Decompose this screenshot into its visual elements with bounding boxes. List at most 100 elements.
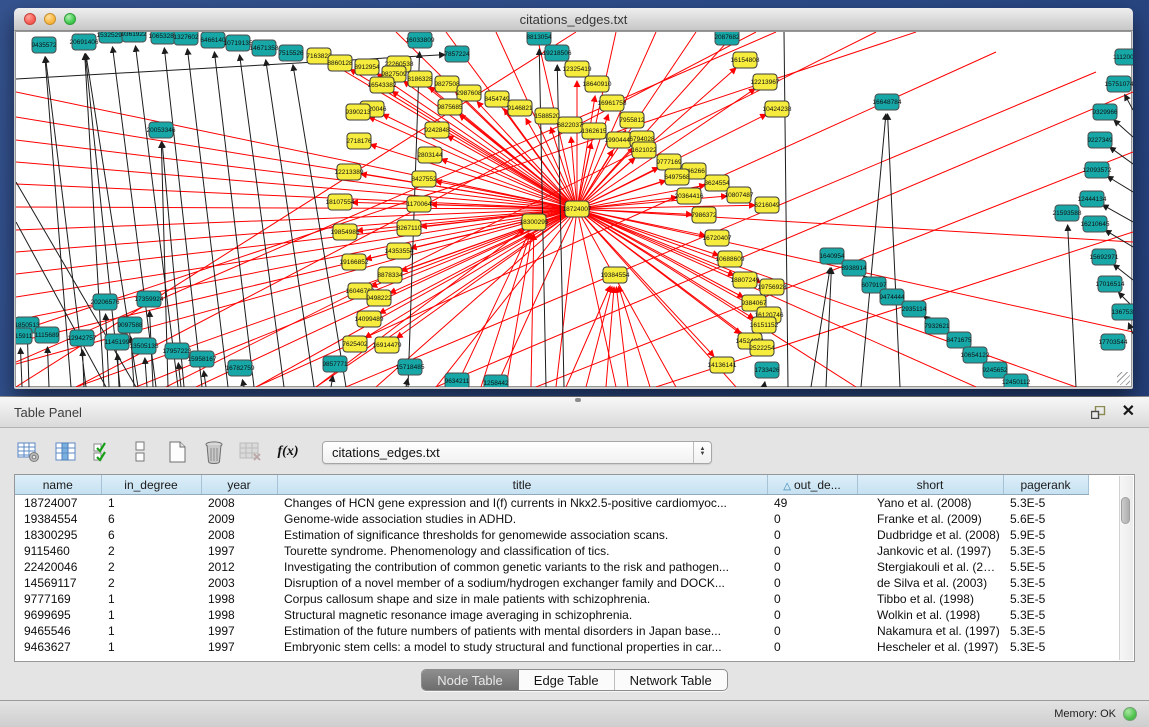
cell-pagerank[interactable]: 5.5E-5	[1003, 559, 1088, 575]
close-panel-icon[interactable]: ✕	[1122, 404, 1135, 420]
cell-in_degree[interactable]: 1	[101, 495, 201, 512]
cell-name[interactable]: 9465546	[15, 623, 101, 639]
graph-node[interactable]: 19756928	[758, 279, 787, 295]
table-row[interactable]: 1938455462009Genome-wide association stu…	[15, 511, 1103, 527]
graph-node[interactable]: 3915911	[16, 328, 33, 344]
graph-node[interactable]: 10807487	[725, 187, 754, 203]
column-header-short[interactable]: short	[857, 475, 1003, 495]
graph-node[interactable]: 16154808	[731, 52, 760, 68]
graph-node[interactable]: 1362615	[581, 123, 607, 139]
graph-node[interactable]: 8813054	[526, 32, 552, 45]
cell-out_de[interactable]: 49	[767, 495, 857, 512]
graph-node[interactable]: 12444134	[1078, 191, 1107, 207]
cell-name[interactable]: 19384554	[15, 511, 101, 527]
cell-pagerank[interactable]: 5.9E-5	[1003, 527, 1088, 543]
graph-node[interactable]: 17016514	[1096, 276, 1125, 292]
graph-edge[interactable]	[204, 371, 206, 387]
network-canvas[interactable]: 1872400771638228860128891295422260538982…	[15, 31, 1132, 387]
graph-node[interactable]: 10654122	[961, 347, 990, 363]
network-graph[interactable]: 1872400771638228860128891295422260538982…	[16, 32, 1133, 387]
graph-node[interactable]: 9361922	[121, 32, 147, 42]
graph-node[interactable]: 8427552	[411, 171, 437, 187]
graph-node[interactable]: 15958167	[188, 351, 217, 367]
cell-in_degree[interactable]: 2	[101, 559, 201, 575]
graph-node[interactable]: 9390213	[345, 104, 371, 120]
cell-short[interactable]: Nakamura et al. (1997)	[857, 623, 1003, 639]
cell-short[interactable]: Hescheler et al. (1997)	[857, 639, 1003, 655]
cell-title[interactable]: Embryonic stem cells: a model to study s…	[277, 639, 767, 655]
graph-edge[interactable]	[1105, 230, 1133, 247]
table-scrollbar-thumb[interactable]	[1121, 497, 1130, 524]
memory-ok-icon[interactable]	[1123, 707, 1137, 721]
graph-node[interactable]: 10688609	[716, 251, 745, 267]
tab-network-table[interactable]: Network Table	[615, 670, 727, 690]
graph-edge[interactable]	[577, 209, 1076, 387]
graph-node[interactable]: 8878334	[377, 267, 403, 283]
cell-short[interactable]: Stergiakouli et al. (2012)	[857, 559, 1003, 575]
graph-node[interactable]: 6466140	[200, 32, 226, 48]
graph-node[interactable]: 16914479	[373, 337, 402, 353]
splitter-handle[interactable]	[575, 398, 581, 402]
cell-out_de[interactable]: 0	[767, 607, 857, 623]
cell-out_de[interactable]: 0	[767, 591, 857, 607]
graph-edge[interactable]	[164, 48, 202, 387]
graph-node[interactable]: 2087682	[714, 32, 740, 45]
table-row[interactable]: 1830029562008Estimation of significance …	[15, 527, 1103, 543]
graph-node[interactable]: 2803144	[417, 147, 443, 163]
graph-edge[interactable]	[187, 49, 228, 387]
cell-in_degree[interactable]: 6	[101, 527, 201, 543]
cell-pagerank[interactable]: 5.3E-5	[1003, 495, 1088, 512]
graph-node[interactable]: 8912954	[354, 59, 380, 75]
table-mode-icon[interactable]	[14, 437, 44, 467]
cell-title[interactable]: Estimation of significance thresholds fo…	[277, 527, 767, 543]
cell-name[interactable]: 9777169	[15, 591, 101, 607]
table-row[interactable]: 969969511998Structural magnetic resonanc…	[15, 607, 1103, 623]
tab-edge-table[interactable]: Edge Table	[519, 670, 615, 690]
column-header-out_de[interactable]: △out_de...	[767, 475, 857, 495]
graph-node[interactable]: 6216049	[754, 197, 780, 213]
graph-node[interactable]: 12093572	[1083, 162, 1112, 178]
graph-node[interactable]: 1145199	[105, 334, 130, 350]
graph-node[interactable]: 16151152	[750, 317, 779, 333]
graph-edge[interactable]	[496, 209, 577, 387]
graph-node[interactable]: 9435572	[31, 37, 57, 53]
graph-node[interactable]: 1367534	[1111, 304, 1133, 320]
graph-edge[interactable]	[401, 209, 577, 271]
table-row[interactable]: 911546021997Tourette syndrome. Phenomeno…	[15, 543, 1103, 559]
graph-node[interactable]: 16033809	[406, 32, 435, 48]
cell-short[interactable]: Tibbo et al. (1998)	[857, 591, 1003, 607]
graph-edge[interactable]	[178, 363, 181, 387]
cell-title[interactable]: Estimation of the future numbers of pati…	[277, 623, 767, 639]
cell-in_degree[interactable]: 2	[101, 543, 201, 559]
float-panel-icon[interactable]	[1091, 406, 1106, 419]
graph-edge[interactable]	[577, 209, 616, 387]
graph-node[interactable]: 12325419	[563, 61, 592, 77]
graph-node[interactable]: 12450112	[1002, 374, 1031, 387]
cell-short[interactable]: Wolkin et al. (1998)	[857, 607, 1003, 623]
column-header-name[interactable]: name	[15, 475, 101, 495]
cell-year[interactable]: 1997	[201, 639, 277, 655]
graph-node[interactable]: 18300295	[520, 214, 549, 230]
graph-node[interactable]: 9474444	[879, 289, 905, 305]
cell-year[interactable]: 1997	[201, 623, 277, 639]
graph-node[interactable]: 9227349	[1087, 132, 1113, 148]
tab-node-table[interactable]: Node Table	[422, 670, 519, 690]
graph-node[interactable]: 1258442	[483, 375, 509, 387]
cell-title[interactable]: Corpus callosum shape and size in male p…	[277, 591, 767, 607]
graph-node[interactable]: 11120086	[1113, 49, 1133, 65]
graph-node[interactable]: 8186328	[407, 71, 433, 87]
graph-edge[interactable]	[531, 234, 534, 387]
cell-pagerank[interactable]: 5.6E-5	[1003, 511, 1088, 527]
cell-out_de[interactable]: 0	[767, 623, 857, 639]
cell-pagerank[interactable]: 5.3E-5	[1003, 607, 1088, 623]
graph-node[interactable]: 21593588	[1053, 205, 1082, 221]
graph-edge[interactable]	[1114, 120, 1133, 137]
graph-edge[interactable]	[1107, 176, 1133, 192]
cell-short[interactable]: Franke et al. (2009)	[857, 511, 1003, 527]
cell-title[interactable]: Changes of HCN gene expression and I(f) …	[277, 495, 767, 512]
cell-out_de[interactable]: 0	[767, 575, 857, 591]
cell-in_degree[interactable]: 1	[101, 607, 201, 623]
graph-edge[interactable]	[616, 287, 628, 387]
graph-edge[interactable]	[577, 209, 1133, 242]
graph-node[interactable]: 9857771	[322, 356, 348, 372]
